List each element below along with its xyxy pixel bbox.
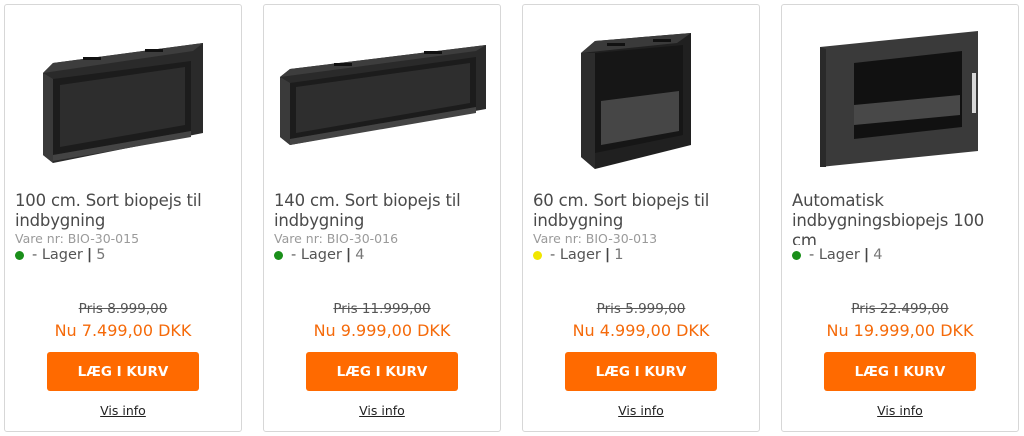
price-before: Pris 22.499,00 <box>851 301 949 317</box>
fireplace-box-icon <box>581 33 691 169</box>
product-image[interactable] <box>5 5 241 185</box>
stock-separator: | <box>345 247 352 263</box>
price-now: Nu 9.999,00 DKK <box>313 321 451 340</box>
product-image[interactable] <box>264 5 500 185</box>
stock-dot-icon <box>15 250 24 260</box>
stock-dot-icon <box>792 250 801 260</box>
product-card[interactable]: 60 cm. Sort biopejs til indbygning Vare … <box>522 4 760 432</box>
add-to-cart-button[interactable]: LÆG I KURV <box>306 352 458 391</box>
add-to-cart-button[interactable]: LÆG I KURV <box>824 352 976 391</box>
stock-label: - Lager <box>32 247 83 263</box>
price-before: Pris 11.999,00 <box>333 301 431 317</box>
stock-quantity: 1 <box>614 247 624 263</box>
stock-status: - Lager | 4 <box>274 247 364 263</box>
stock-status: - Lager | 5 <box>15 247 105 263</box>
product-card[interactable]: Automatisk indbygningsbiopejs 100 cm - L… <box>781 4 1019 432</box>
price-now: Nu 7.499,00 DKK <box>54 321 192 340</box>
fireplace-wide-icon <box>43 43 203 163</box>
add-to-cart-button[interactable]: LÆG I KURV <box>47 352 199 391</box>
view-info-link[interactable]: Vis info <box>5 403 241 418</box>
stock-separator: | <box>863 247 870 263</box>
price-now: Nu 4.999,00 DKK <box>572 321 710 340</box>
stock-dot-icon <box>533 250 542 260</box>
view-info-link[interactable]: Vis info <box>782 403 1018 418</box>
fireplace-framed-icon <box>820 31 978 167</box>
product-sku: Vare nr: BIO-30-015 <box>15 231 140 246</box>
price-before: Pris 5.999,00 <box>596 301 686 317</box>
product-card[interactable]: 140 cm. Sort biopejs til indbygning Vare… <box>263 4 501 432</box>
stock-status: - Lager | 4 <box>792 247 882 263</box>
stock-quantity: 4 <box>355 247 365 263</box>
stock-label: - Lager <box>291 247 342 263</box>
product-card[interactable]: 100 cm. Sort biopejs til indbygning Vare… <box>4 4 242 432</box>
stock-dot-icon <box>274 250 283 260</box>
product-sku: Vare nr: BIO-30-013 <box>533 231 658 246</box>
stock-status: - Lager | 1 <box>533 247 623 263</box>
stock-label: - Lager <box>550 247 601 263</box>
price-now: Nu 19.999,00 DKK <box>826 321 974 340</box>
add-to-cart-button[interactable]: LÆG I KURV <box>565 352 717 391</box>
product-image[interactable] <box>782 5 1018 185</box>
view-info-link[interactable]: Vis info <box>264 403 500 418</box>
price-before: Pris 8.999,00 <box>78 301 168 317</box>
product-title[interactable]: Automatisk indbygningsbiopejs 100 cm <box>792 191 1012 245</box>
view-info-link[interactable]: Vis info <box>523 403 759 418</box>
stock-quantity: 4 <box>873 247 883 263</box>
product-image[interactable] <box>523 5 759 185</box>
fireplace-extra-wide-icon <box>280 45 486 145</box>
stock-separator: | <box>604 247 611 263</box>
stock-label: - Lager <box>809 247 860 263</box>
stock-quantity: 5 <box>96 247 106 263</box>
product-sku: Vare nr: BIO-30-016 <box>274 231 399 246</box>
stock-separator: | <box>86 247 93 263</box>
